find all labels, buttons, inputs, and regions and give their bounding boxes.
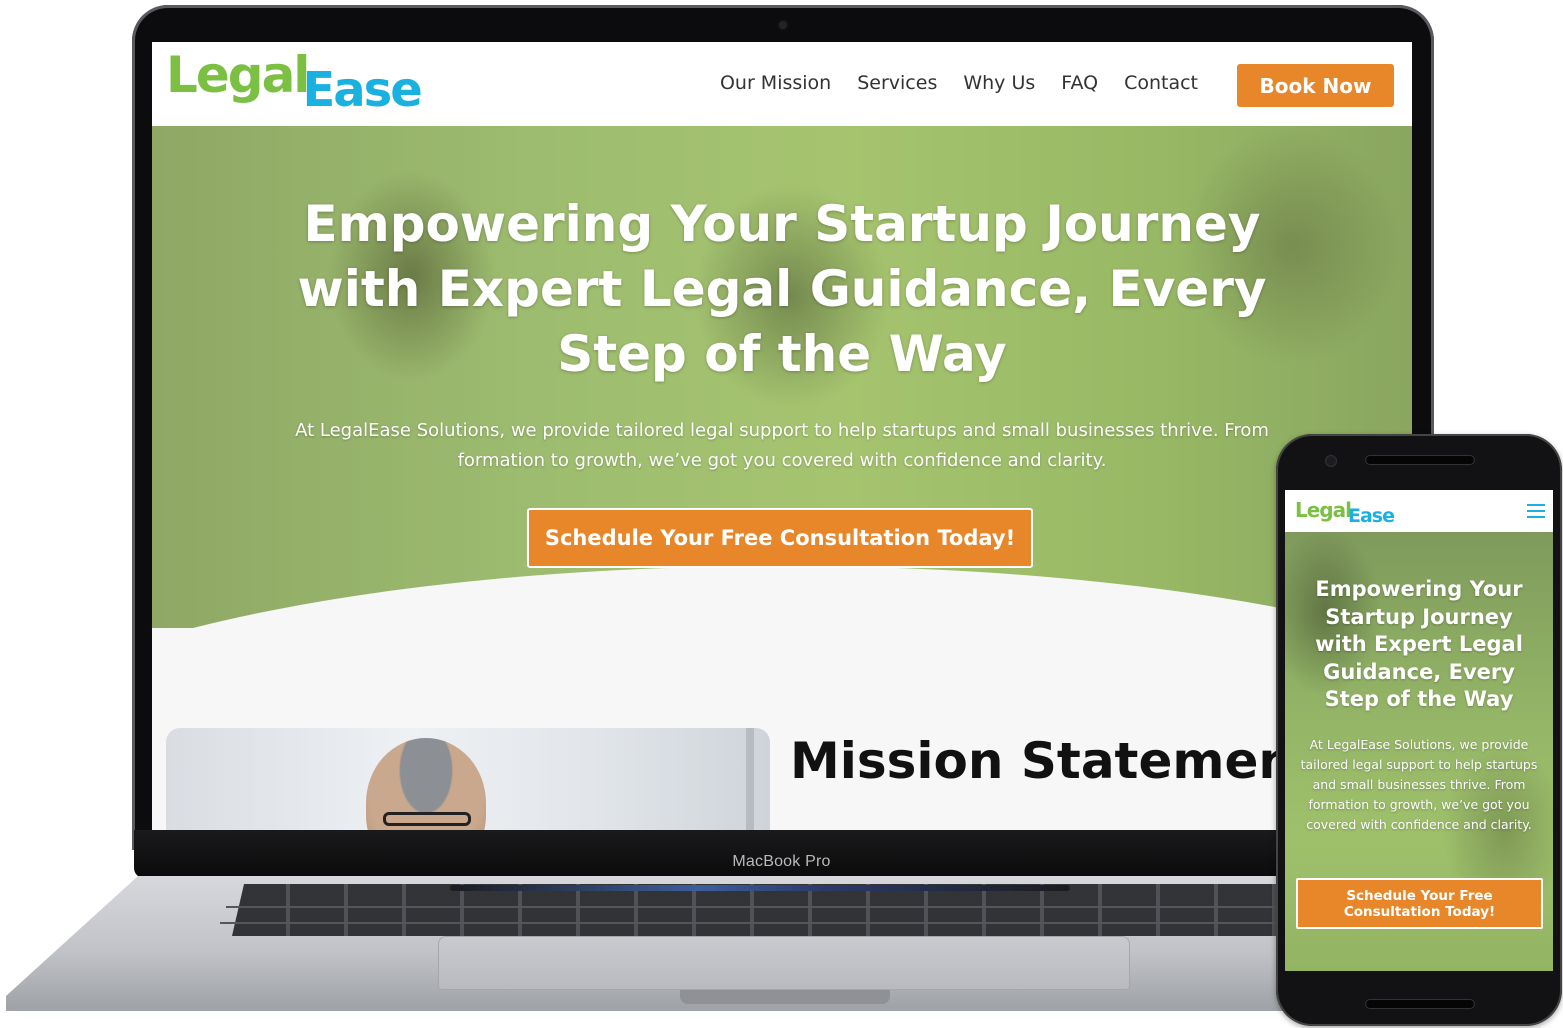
phone-schedule-consultation-button[interactable]: Schedule Your Free Consultation Today! [1296,878,1543,929]
mission-photo [166,728,770,830]
logo-legal: Legal [166,46,310,104]
phone-site-logo[interactable]: LegalEase [1295,498,1395,526]
logo-legal: Legal [1295,498,1352,522]
book-now-button[interactable]: Book Now [1237,64,1394,107]
window-frame [746,728,754,830]
touch-bar [450,885,1070,891]
phone-hero-subtitle: At LegalEase Solutions, we provide tailo… [1300,737,1538,832]
laptop-screen: LegalEase Our Mission Services Why Us FA… [152,42,1412,830]
keyboard-row [226,906,1338,908]
phone-speaker [1366,456,1474,464]
logo-ease: Ease [302,62,422,118]
menu-bar [1527,516,1545,518]
nav-services[interactable]: Services [857,72,937,94]
main-nav: Our Mission Services Why Us FAQ Contact [720,72,1198,94]
phone-hero-title: Empowering Your Startup Journey with Exp… [1315,577,1523,711]
hero-title: Empowering Your Startup Journey with Exp… [297,195,1267,383]
hero-section: Empowering Your Startup Journey with Exp… [152,126,1412,628]
schedule-consultation-button[interactable]: Schedule Your Free Consultation Today! [527,508,1033,568]
menu-bar [1527,510,1545,512]
menu-bar [1527,504,1545,506]
logo-ease: Ease [1347,505,1395,527]
laptop-lip [680,990,890,1004]
phone-screen: LegalEase Empowering Your Startup Journe… [1285,490,1553,971]
trackpad [438,936,1130,990]
phone-camera [1326,456,1336,466]
nav-why-us[interactable]: Why Us [963,72,1035,94]
hamburger-menu-icon[interactable] [1527,504,1545,518]
nav-contact[interactable]: Contact [1124,72,1198,94]
laptop-camera [779,21,787,29]
hero-subtitle: At LegalEase Solutions, we provide tailo… [295,420,1269,471]
glasses-shape [383,812,471,826]
nav-our-mission[interactable]: Our Mission [720,72,831,94]
phone-hero-section: Empowering Your Startup Journey with Exp… [1285,532,1553,971]
nav-faq[interactable]: FAQ [1061,72,1098,94]
keyboard [232,884,1332,936]
keyboard-row [220,922,1344,924]
phone-home-bar [1366,1000,1474,1008]
phone-header: LegalEase [1285,490,1553,532]
hero-curve [152,566,1412,628]
mission-title: Mission Statement [790,732,1318,790]
site-header: LegalEase Our Mission Services Why Us FA… [152,42,1412,126]
site-logo[interactable]: LegalEase [166,50,423,114]
mission-section: Mission Statement [152,628,1412,830]
